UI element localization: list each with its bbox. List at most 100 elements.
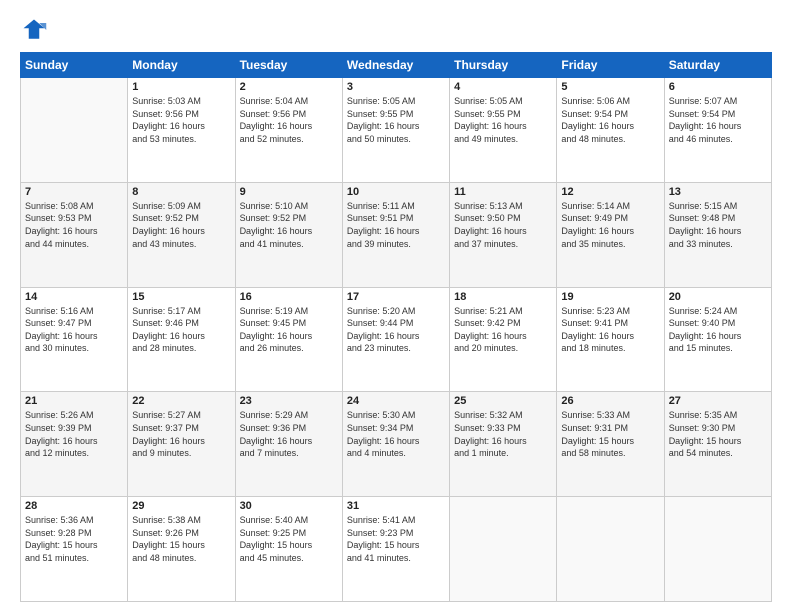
day-number: 4: [454, 81, 552, 93]
calendar-cell: 5 Sunrise: 5:06 AM Sunset: 9:54 PM Daylig…: [557, 78, 664, 183]
calendar-day-header: Thursday: [450, 53, 557, 78]
day-info: Sunrise: 5:14 AM Sunset: 9:49 PM Dayligh…: [561, 200, 659, 250]
day-number: 29: [132, 500, 230, 512]
day-number: 30: [240, 500, 338, 512]
day-number: 9: [240, 186, 338, 198]
calendar-day-header: Sunday: [21, 53, 128, 78]
day-number: 27: [669, 395, 767, 407]
calendar-week-row: 7 Sunrise: 5:08 AM Sunset: 9:53 PM Daylig…: [21, 182, 772, 287]
calendar-cell: 2 Sunrise: 5:04 AM Sunset: 9:56 PM Daylig…: [235, 78, 342, 183]
day-info: Sunrise: 5:35 AM Sunset: 9:30 PM Dayligh…: [669, 409, 767, 459]
day-info: Sunrise: 5:08 AM Sunset: 9:53 PM Dayligh…: [25, 200, 123, 250]
calendar-cell: 9 Sunrise: 5:10 AM Sunset: 9:52 PM Daylig…: [235, 182, 342, 287]
day-number: 10: [347, 186, 445, 198]
calendar-table: SundayMondayTuesdayWednesdayThursdayFrid…: [20, 52, 772, 602]
calendar-cell: 6Sunrise: 5:07 AM Sunset: 9:54 PM Daylig…: [664, 78, 771, 183]
calendar-cell: [557, 497, 664, 602]
day-number: 18: [454, 291, 552, 303]
day-number: 7: [25, 186, 123, 198]
day-info: Sunrise: 5:09 AM Sunset: 9:52 PM Dayligh…: [132, 200, 230, 250]
day-info: Sunrise: 5:13 AM Sunset: 9:50 PM Dayligh…: [454, 200, 552, 250]
calendar-cell: 21Sunrise: 5:26 AM Sunset: 9:39 PM Dayli…: [21, 392, 128, 497]
day-info: Sunrise: 5:41 AM Sunset: 9:23 PM Dayligh…: [347, 514, 445, 564]
calendar-cell: 1 Sunrise: 5:03 AM Sunset: 9:56 PM Daylig…: [128, 78, 235, 183]
day-info: Sunrise: 5:04 AM Sunset: 9:56 PM Dayligh…: [240, 95, 338, 145]
header: [20, 16, 772, 44]
day-info: Sunrise: 5:36 AM Sunset: 9:28 PM Dayligh…: [25, 514, 123, 564]
day-number: 16: [240, 291, 338, 303]
day-number: 8: [132, 186, 230, 198]
day-number: 31: [347, 500, 445, 512]
day-info: Sunrise: 5:38 AM Sunset: 9:26 PM Dayligh…: [132, 514, 230, 564]
day-info: Sunrise: 5:24 AM Sunset: 9:40 PM Dayligh…: [669, 305, 767, 355]
calendar-cell: 30 Sunrise: 5:40 AM Sunset: 9:25 PM Dayli…: [235, 497, 342, 602]
logo-icon: [20, 16, 48, 44]
day-info: Sunrise: 5:21 AM Sunset: 9:42 PM Dayligh…: [454, 305, 552, 355]
day-info: Sunrise: 5:23 AM Sunset: 9:41 PM Dayligh…: [561, 305, 659, 355]
calendar-day-header: Friday: [557, 53, 664, 78]
calendar-cell: 12 Sunrise: 5:14 AM Sunset: 9:49 PM Dayli…: [557, 182, 664, 287]
day-number: 22: [132, 395, 230, 407]
day-info: Sunrise: 5:05 AM Sunset: 9:55 PM Dayligh…: [347, 95, 445, 145]
day-number: 1: [132, 81, 230, 93]
day-number: 15: [132, 291, 230, 303]
calendar-cell: 13 Sunrise: 5:15 AM Sunset: 9:48 PM Dayli…: [664, 182, 771, 287]
day-info: Sunrise: 5:06 AM Sunset: 9:54 PM Dayligh…: [561, 95, 659, 145]
day-number: 25: [454, 395, 552, 407]
calendar-cell: 17 Sunrise: 5:20 AM Sunset: 9:44 PM Dayli…: [342, 287, 449, 392]
calendar-week-row: 21Sunrise: 5:26 AM Sunset: 9:39 PM Dayli…: [21, 392, 772, 497]
day-number: 19: [561, 291, 659, 303]
calendar-cell: 31 Sunrise: 5:41 AM Sunset: 9:23 PM Dayli…: [342, 497, 449, 602]
calendar-week-row: 1 Sunrise: 5:03 AM Sunset: 9:56 PM Daylig…: [21, 78, 772, 183]
day-info: Sunrise: 5:17 AM Sunset: 9:46 PM Dayligh…: [132, 305, 230, 355]
calendar-cell: 20 Sunrise: 5:24 AM Sunset: 9:40 PM Dayli…: [664, 287, 771, 392]
day-info: Sunrise: 5:27 AM Sunset: 9:37 PM Dayligh…: [132, 409, 230, 459]
day-info: Sunrise: 5:11 AM Sunset: 9:51 PM Dayligh…: [347, 200, 445, 250]
calendar-cell: 18 Sunrise: 5:21 AM Sunset: 9:42 PM Dayli…: [450, 287, 557, 392]
calendar-day-header: Saturday: [664, 53, 771, 78]
calendar-cell: 11Sunrise: 5:13 AM Sunset: 9:50 PM Dayli…: [450, 182, 557, 287]
calendar-cell: 14 Sunrise: 5:16 AM Sunset: 9:47 PM Dayli…: [21, 287, 128, 392]
day-info: Sunrise: 5:15 AM Sunset: 9:48 PM Dayligh…: [669, 200, 767, 250]
day-number: 26: [561, 395, 659, 407]
calendar-cell: 7 Sunrise: 5:08 AM Sunset: 9:53 PM Daylig…: [21, 182, 128, 287]
calendar-cell: [450, 497, 557, 602]
calendar-cell: 26 Sunrise: 5:33 AM Sunset: 9:31 PM Dayli…: [557, 392, 664, 497]
calendar-cell: 8 Sunrise: 5:09 AM Sunset: 9:52 PM Daylig…: [128, 182, 235, 287]
calendar-day-header: Monday: [128, 53, 235, 78]
calendar-cell: [664, 497, 771, 602]
day-number: 20: [669, 291, 767, 303]
day-number: 5: [561, 81, 659, 93]
day-info: Sunrise: 5:03 AM Sunset: 9:56 PM Dayligh…: [132, 95, 230, 145]
day-info: Sunrise: 5:33 AM Sunset: 9:31 PM Dayligh…: [561, 409, 659, 459]
day-info: Sunrise: 5:10 AM Sunset: 9:52 PM Dayligh…: [240, 200, 338, 250]
day-number: 21: [25, 395, 123, 407]
day-info: Sunrise: 5:20 AM Sunset: 9:44 PM Dayligh…: [347, 305, 445, 355]
page: SundayMondayTuesdayWednesdayThursdayFrid…: [0, 0, 792, 612]
calendar-cell: 10 Sunrise: 5:11 AM Sunset: 9:51 PM Dayli…: [342, 182, 449, 287]
calendar-cell: 22 Sunrise: 5:27 AM Sunset: 9:37 PM Dayli…: [128, 392, 235, 497]
calendar-day-header: Wednesday: [342, 53, 449, 78]
calendar-cell: 24Sunrise: 5:30 AM Sunset: 9:34 PM Dayli…: [342, 392, 449, 497]
day-info: Sunrise: 5:40 AM Sunset: 9:25 PM Dayligh…: [240, 514, 338, 564]
calendar-cell: 29 Sunrise: 5:38 AM Sunset: 9:26 PM Dayli…: [128, 497, 235, 602]
calendar-day-header: Tuesday: [235, 53, 342, 78]
logo: [20, 16, 52, 44]
calendar-cell: 4Sunrise: 5:05 AM Sunset: 9:55 PM Daylig…: [450, 78, 557, 183]
calendar-week-row: 14 Sunrise: 5:16 AM Sunset: 9:47 PM Dayli…: [21, 287, 772, 392]
day-number: 24: [347, 395, 445, 407]
day-info: Sunrise: 5:16 AM Sunset: 9:47 PM Dayligh…: [25, 305, 123, 355]
day-number: 2: [240, 81, 338, 93]
calendar-cell: 15 Sunrise: 5:17 AM Sunset: 9:46 PM Dayli…: [128, 287, 235, 392]
day-number: 14: [25, 291, 123, 303]
day-number: 3: [347, 81, 445, 93]
calendar-cell: 23Sunrise: 5:29 AM Sunset: 9:36 PM Dayli…: [235, 392, 342, 497]
day-number: 23: [240, 395, 338, 407]
day-info: Sunrise: 5:32 AM Sunset: 9:33 PM Dayligh…: [454, 409, 552, 459]
calendar-cell: 3 Sunrise: 5:05 AM Sunset: 9:55 PM Daylig…: [342, 78, 449, 183]
day-info: Sunrise: 5:07 AM Sunset: 9:54 PM Dayligh…: [669, 95, 767, 145]
day-number: 12: [561, 186, 659, 198]
calendar-week-row: 28Sunrise: 5:36 AM Sunset: 9:28 PM Dayli…: [21, 497, 772, 602]
day-number: 17: [347, 291, 445, 303]
day-number: 13: [669, 186, 767, 198]
